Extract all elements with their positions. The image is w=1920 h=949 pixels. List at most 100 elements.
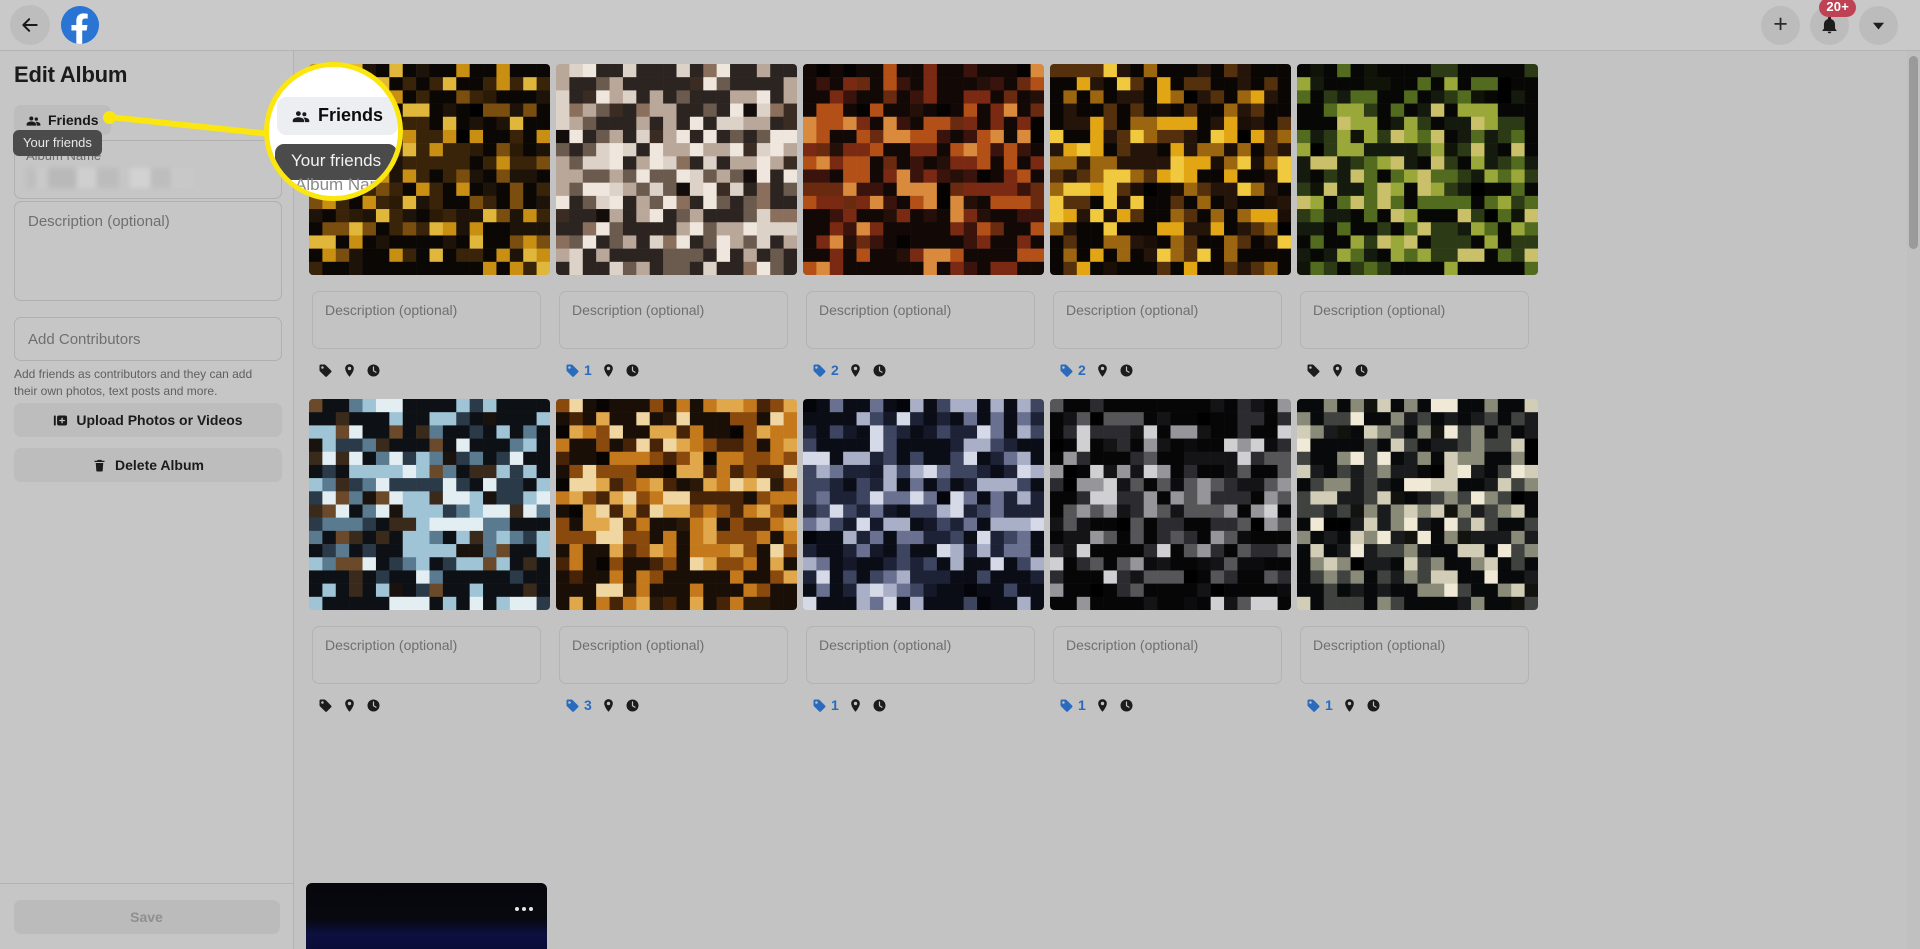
upload-button-label: Upload Photos or Videos — [76, 412, 243, 428]
photo-thumbnail[interactable] — [1050, 64, 1291, 275]
photo-thumbnail[interactable] — [1050, 399, 1291, 610]
photo-thumbnail[interactable] — [803, 64, 1044, 275]
add-location-button[interactable] — [1330, 363, 1345, 378]
top-navigation-bar: + 20+ — [0, 0, 1920, 51]
photo-action-row: 2 — [812, 361, 1044, 379]
edit-album-page: + 20+ Edit Album Friends Your friends De… — [0, 0, 1920, 949]
photo-description-input[interactable]: Description (optional) — [806, 626, 1035, 684]
photo-thumbnail[interactable] — [1297, 399, 1538, 610]
page-scrollbar-thumb[interactable] — [1909, 56, 1918, 249]
photo-description-input[interactable]: Description (optional) — [1300, 291, 1529, 349]
notifications-button[interactable]: 20+ — [1810, 0, 1856, 45]
tag-people-button[interactable]: 2 — [1059, 362, 1086, 378]
photo-description-input[interactable]: Description (optional) — [1053, 291, 1282, 349]
photo-card: Description (optional) 1 — [1047, 399, 1294, 734]
tag-icon — [319, 699, 332, 712]
photo-card: Description (optional) — [1294, 64, 1541, 399]
tag-people-button[interactable] — [1306, 363, 1321, 378]
photo-thumbnail[interactable] — [1297, 64, 1538, 275]
photo-thumbnail[interactable] — [556, 64, 797, 275]
edit-date-button[interactable] — [625, 363, 640, 378]
add-location-button[interactable] — [1095, 363, 1110, 378]
edit-date-button[interactable] — [1354, 363, 1369, 378]
photo-action-row: 1 — [565, 361, 797, 379]
bell-icon — [1822, 16, 1837, 34]
edit-date-button[interactable] — [366, 363, 381, 378]
photo-description-input[interactable]: Description (optional) — [1053, 626, 1282, 684]
photo-description-input[interactable]: Description (optional) — [312, 626, 541, 684]
contributors-help-text: Add friends as contributors and they can… — [14, 367, 253, 398]
edit-date-button[interactable] — [872, 698, 887, 713]
edit-date-button[interactable] — [1366, 698, 1381, 713]
tag-people-button[interactable] — [318, 363, 333, 378]
photo-grid: Description (optional) Description (optio… — [306, 64, 1546, 734]
tag-people-button[interactable]: 1 — [565, 362, 592, 378]
tag-count-label: 1 — [1325, 697, 1333, 713]
account-menu-button[interactable] — [1859, 6, 1898, 45]
add-location-button[interactable] — [342, 698, 357, 713]
tag-count-label: 1 — [831, 697, 839, 713]
tag-people-button[interactable]: 2 — [812, 362, 839, 378]
photo-thumbnail[interactable] — [556, 399, 797, 610]
add-contributors-placeholder: Add Contributors — [28, 330, 141, 348]
save-button[interactable]: Save — [13, 899, 280, 934]
photo-action-row: 1 — [1306, 696, 1538, 714]
back-button[interactable] — [10, 5, 50, 45]
delete-button-label: Delete Album — [115, 457, 204, 473]
tag-icon — [566, 699, 579, 712]
add-contributors-input[interactable]: Add Contributors — [14, 317, 282, 361]
photo-card: Description (optional) 2 — [1047, 64, 1294, 399]
clock-icon — [1120, 699, 1133, 711]
edit-date-button[interactable] — [1119, 363, 1134, 378]
photo-action-row — [318, 696, 550, 714]
photo-card: Description (optional) — [306, 399, 553, 734]
upload-photos-or-videos-button[interactable]: Upload Photos or Videos — [14, 403, 282, 437]
location-pin-icon — [1333, 363, 1342, 377]
photo-description-input[interactable]: Description (optional) — [806, 291, 1035, 349]
arrow-left-icon — [22, 18, 38, 32]
album-name-redacted-value — [26, 168, 194, 188]
add-location-button[interactable] — [601, 698, 616, 713]
photo-description-input[interactable]: Description (optional) — [1300, 626, 1529, 684]
add-location-button[interactable] — [848, 363, 863, 378]
tag-people-button[interactable]: 1 — [1306, 697, 1333, 713]
add-location-button[interactable] — [1342, 698, 1357, 713]
facebook-logo-icon[interactable] — [61, 6, 99, 44]
photo-more-options-icon[interactable] — [515, 907, 533, 911]
edit-date-button[interactable] — [625, 698, 640, 713]
page-title: Edit Album — [14, 62, 128, 87]
tag-people-button[interactable]: 3 — [565, 697, 592, 713]
photo-description-input[interactable]: Description (optional) — [559, 626, 788, 684]
photo-thumbnail[interactable] — [309, 399, 550, 610]
tag-icon — [813, 699, 826, 712]
edit-date-button[interactable] — [872, 363, 887, 378]
photo-thumbnail[interactable] — [803, 399, 1044, 610]
tag-people-button[interactable]: 1 — [812, 697, 839, 713]
add-location-button[interactable] — [1095, 698, 1110, 713]
edit-date-button[interactable] — [1119, 698, 1134, 713]
clock-icon — [1367, 699, 1380, 711]
album-description-input[interactable]: Description (optional) — [14, 201, 282, 301]
edit-album-sidebar: Edit Album Friends Your friends Album Na… — [0, 51, 294, 949]
delete-album-button[interactable]: Delete Album — [14, 448, 282, 482]
photo-description-input[interactable]: Description (optional) — [312, 291, 541, 349]
add-location-button[interactable] — [601, 363, 616, 378]
tag-people-button[interactable] — [318, 698, 333, 713]
tag-people-button[interactable]: 1 — [1059, 697, 1086, 713]
tag-count-label: 2 — [1078, 362, 1086, 378]
callout-anchor-dot — [103, 111, 116, 124]
photo-card-partial[interactable] — [306, 883, 547, 949]
tag-icon — [1060, 364, 1073, 377]
friends-icon — [26, 116, 41, 126]
top-bar-actions: + 20+ — [1761, 0, 1898, 45]
add-location-button[interactable] — [342, 363, 357, 378]
photo-card: Description (optional) 1 — [800, 399, 1047, 734]
location-pin-icon — [850, 698, 860, 712]
photo-description-input[interactable]: Description (optional) — [559, 291, 788, 349]
photo-action-row: 3 — [565, 696, 797, 714]
create-button[interactable]: + — [1761, 6, 1800, 45]
add-location-button[interactable] — [848, 698, 863, 713]
location-pin-icon — [1344, 698, 1354, 712]
edit-date-button[interactable] — [366, 698, 381, 713]
tag-icon — [813, 364, 826, 377]
